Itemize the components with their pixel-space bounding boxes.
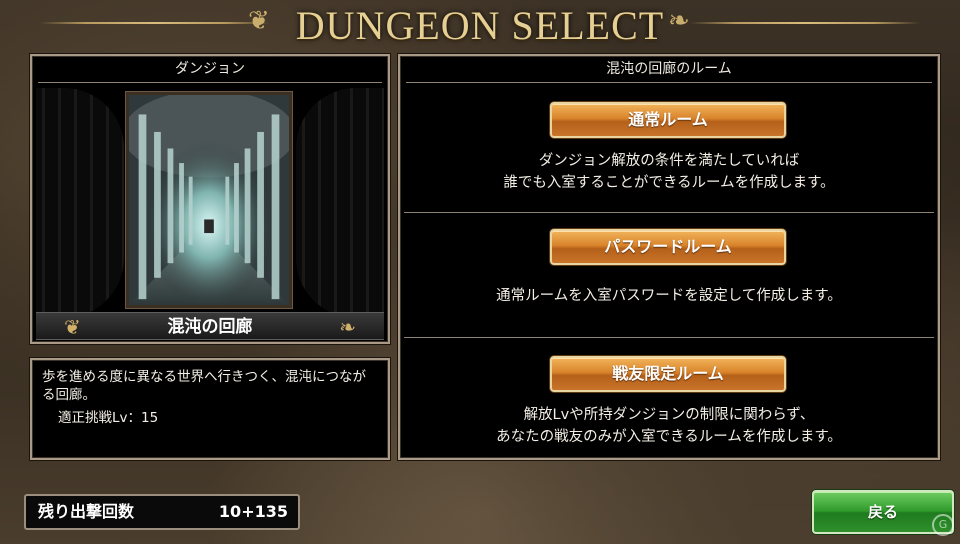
room-option-normal: 通常ルーム ダンジョン解放の条件を満たしていれば 誰でも入室することができるルー… [404,84,934,212]
friends-room-desc-line2: あなたの戦友のみが入室できるルームを作成します。 [496,429,842,445]
remaining-sorties-value: 10+135 [218,502,288,521]
dungeon-name-bar: ❦ 混沌の回廊 ❧ [36,312,384,340]
dungeon-description: 歩を進める度に異なる世界へ行きつく、混沌につながる回廊。 [42,369,366,403]
remaining-sorties-box: 残り出撃回数 10+135 [24,494,300,530]
dungeon-panel: ダンジョン ❦ 混沌の回廊 ❧ [30,54,390,344]
room-select-panel: 混沌の回廊のルーム 通常ルーム ダンジョン解放の条件を満たしていれば 誰でも入室… [398,54,940,460]
room-option-friends: 戦友限定ルーム 解放Lvや所持ダンジョンの制限に関わらず、 あなたの戦友のみが入… [404,338,934,458]
dungeon-description-panel: 歩を進める度に異なる世界へ行きつく、混沌につながる回廊。 適正挑戦Lv：15 [30,358,390,460]
pillar-decoration-right [296,88,384,318]
recommended-level: 適正挑戦Lv：15 [58,410,159,426]
dungeon-section-label: ダンジョン [175,61,245,77]
dungeon-image[interactable] [126,92,292,308]
normal-room-desc-line2: 誰でも入室することができるルームを作成します。 [503,175,835,191]
friends-only-room-button[interactable]: 戦友限定ルーム [550,356,786,392]
dungeon-header-divider [38,82,382,83]
room-section-label: 混沌の回廊のルーム [606,61,732,77]
title-banner: ❦ ❧ DUNGEON SELECT [0,0,960,50]
dungeon-name: 混沌の回廊 [167,317,253,337]
room-header-divider [406,82,932,83]
remaining-sorties-label: 残り出撃回数 [38,502,135,521]
password-room-desc-line1: 通常ルームを入室パスワードを設定して作成します。 [496,288,842,304]
normal-room-desc-line1: ダンジョン解放の条件を満たしていれば [538,153,800,169]
password-room-button[interactable]: パスワードルーム [550,229,786,265]
corridor-of-pillars-illustration [129,95,289,305]
room-option-password: パスワードルーム 通常ルームを入室パスワードを設定して作成します。 [404,213,934,337]
friends-room-desc-line1: 解放Lvや所持ダンジョンの制限に関わらず、 [523,407,815,423]
ornament-right-icon: ❧ [339,315,356,339]
pillar-decoration-left [36,88,124,318]
page-title: DUNGEON SELECT [295,3,665,48]
normal-room-button[interactable]: 通常ルーム [550,102,786,138]
watermark-icon: G [932,514,954,536]
